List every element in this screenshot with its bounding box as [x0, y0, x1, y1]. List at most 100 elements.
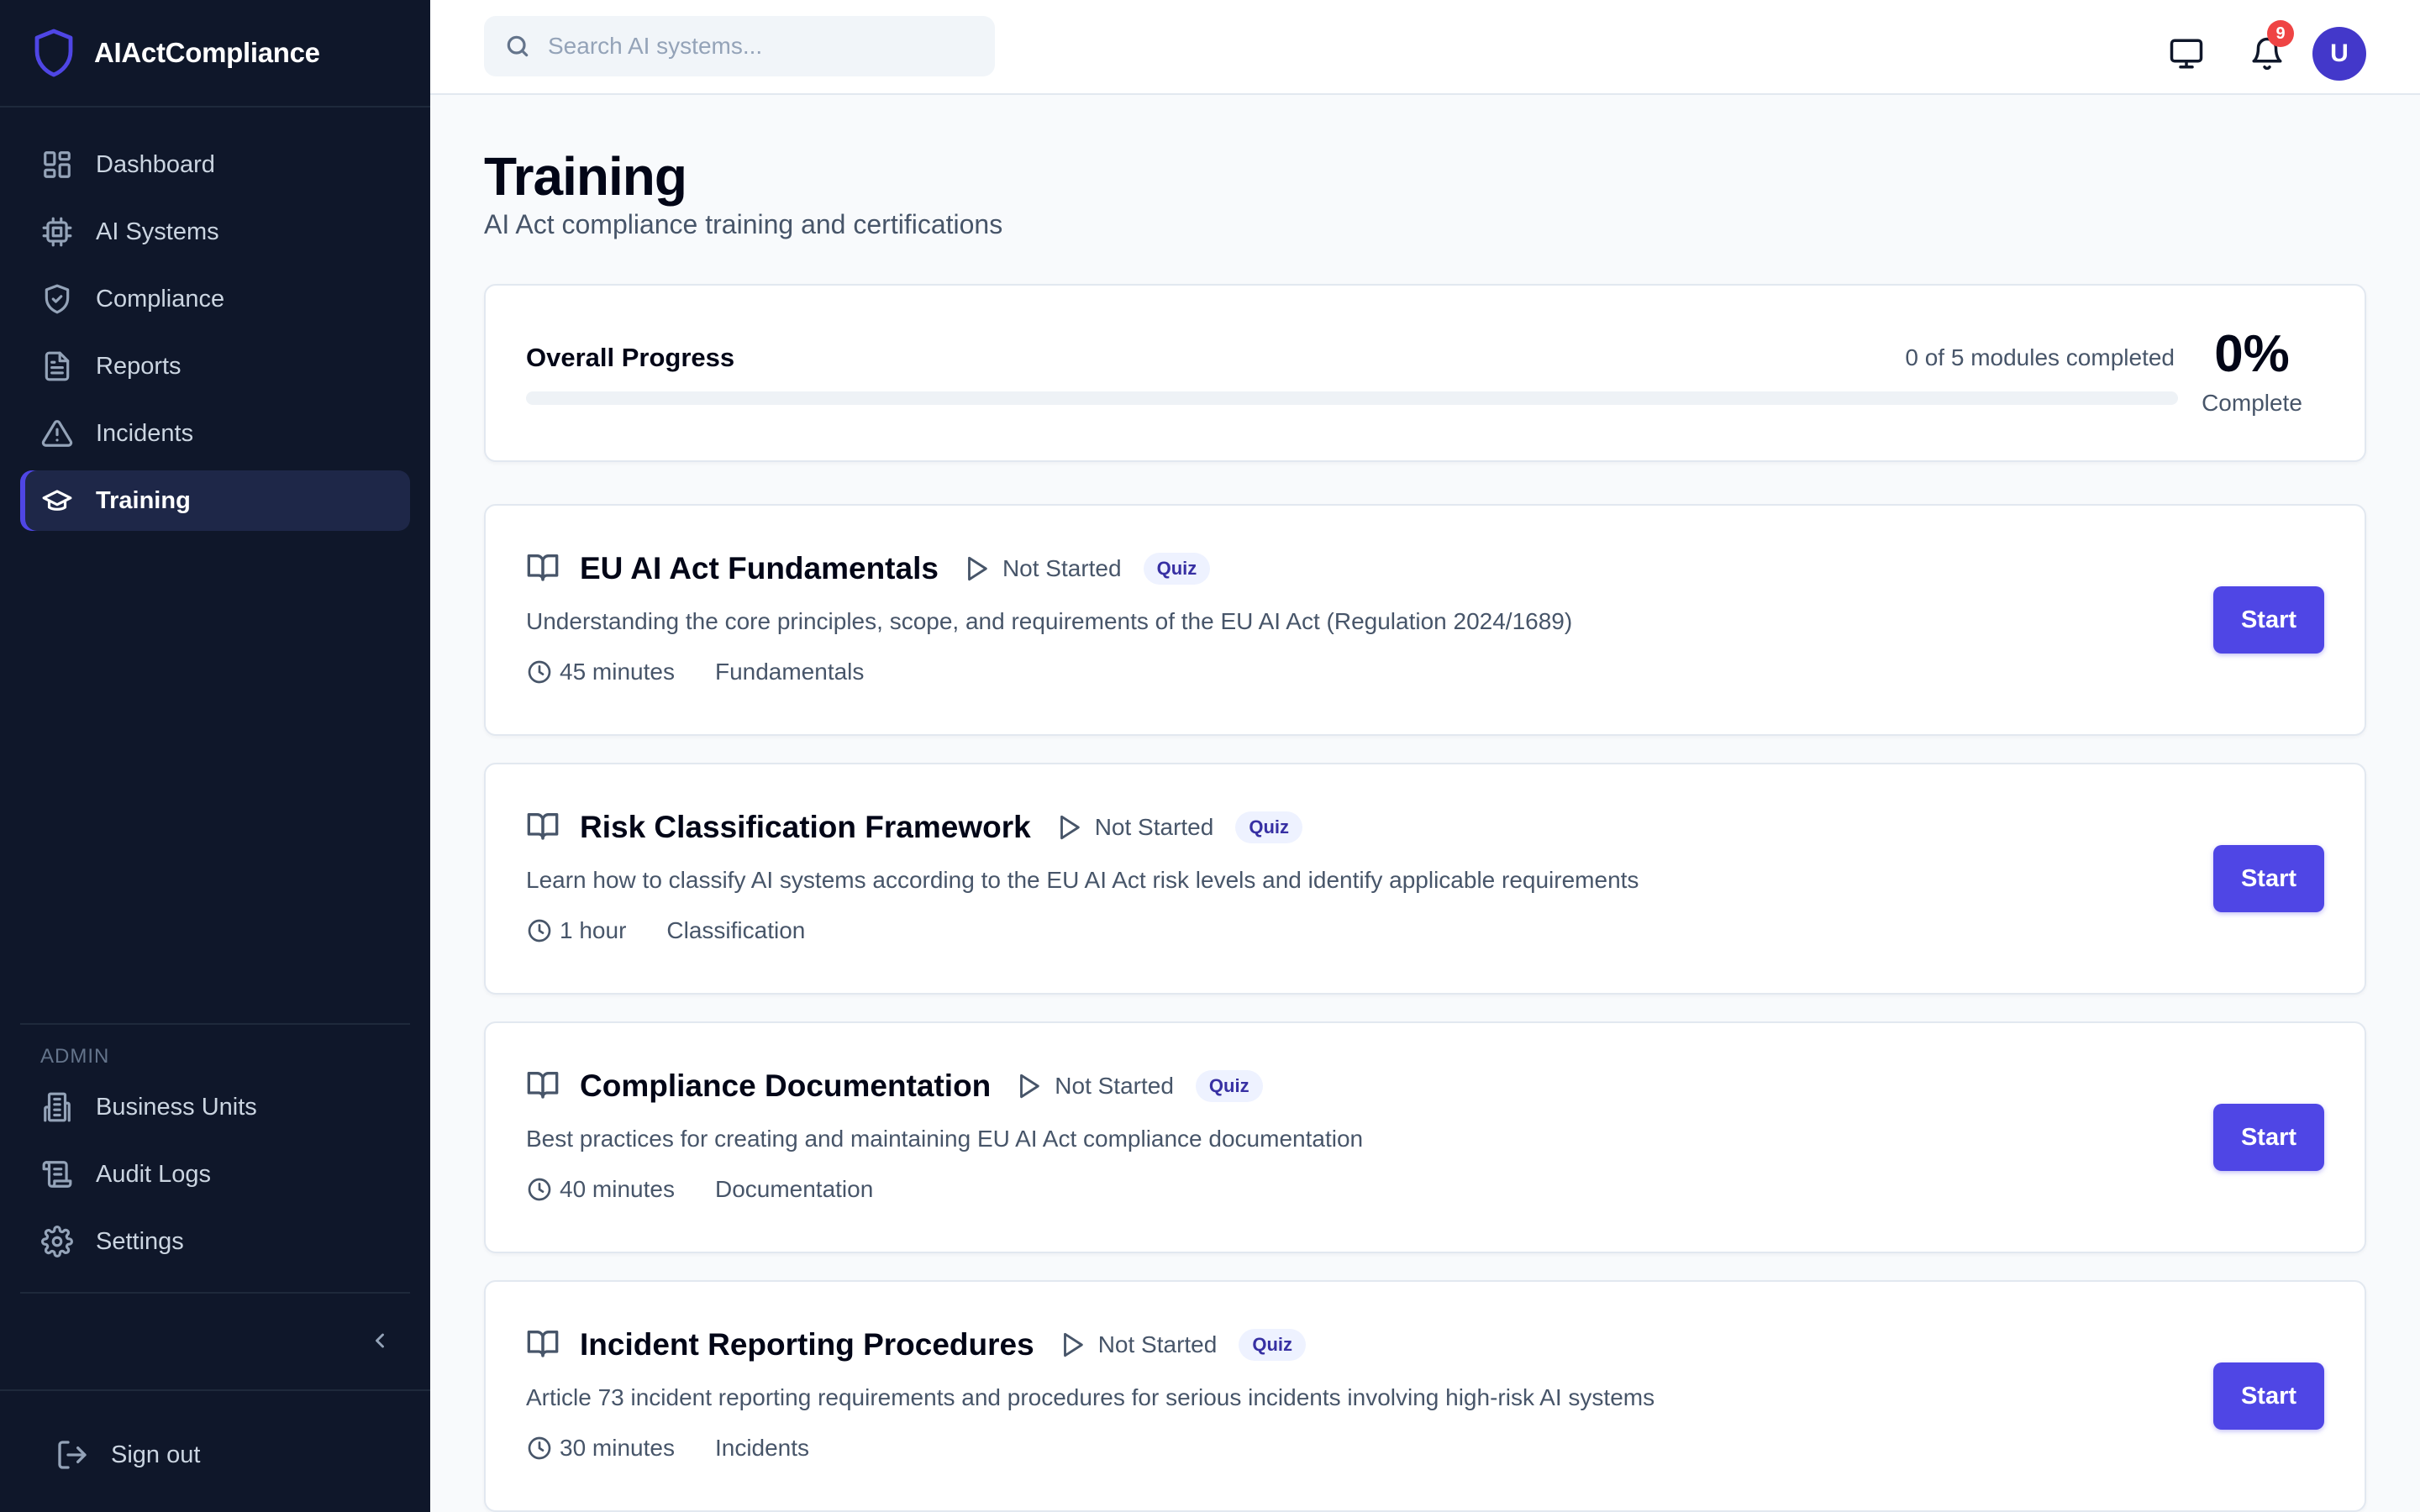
- display-toggle-button[interactable]: [2160, 27, 2213, 81]
- book-open-icon: [526, 1068, 560, 1105]
- collapse-sidebar-button[interactable]: [363, 1324, 397, 1357]
- quiz-badge: Quiz: [1239, 1329, 1307, 1361]
- quiz-badge: Quiz: [1195, 1070, 1263, 1102]
- progress-title: Overall Progress: [526, 343, 735, 372]
- top-bar: 9 U: [430, 0, 2420, 95]
- app-name: AIActCompliance: [94, 37, 320, 68]
- shield-check-icon: [40, 282, 74, 316]
- module-meta: 1 hour Classification: [526, 917, 805, 944]
- sidebar-item-settings[interactable]: Settings: [20, 1211, 410, 1272]
- app-root: AIActCompliance Dashboard AI Systems Com…: [0, 0, 2420, 1512]
- shield-logo-icon: [34, 29, 73, 77]
- monitor-icon: [2170, 39, 2203, 69]
- top-actions: 9 U: [2133, 20, 2366, 81]
- sidebar-nav: Dashboard AI Systems Compliance Reports: [0, 108, 430, 538]
- module-meta: 45 minutes Fundamentals: [526, 659, 864, 685]
- quiz-badge: Quiz: [1235, 811, 1303, 843]
- play-icon: [1020, 1074, 1040, 1099]
- scroll-icon: [40, 1158, 74, 1191]
- progress-percent-label: Complete: [2202, 390, 2302, 416]
- sidebar-item-label: Incidents: [96, 419, 194, 447]
- start-module-button[interactable]: Start: [2213, 1104, 2324, 1171]
- main-area: 9 U Training AI Act compliance training …: [430, 0, 2420, 1512]
- training-module-card: Incident Reporting Procedures Not Starte…: [484, 1280, 2366, 1512]
- quiz-badge: Quiz: [1143, 553, 1211, 585]
- module-header: Risk Classification Framework Not Starte…: [526, 806, 1303, 848]
- module-status: Not Started: [962, 554, 1122, 583]
- clock-icon: [528, 660, 551, 684]
- sign-out-label: Sign out: [111, 1441, 201, 1468]
- chevron-left-icon: [376, 1333, 384, 1348]
- module-status-label: Not Started: [1097, 1331, 1218, 1357]
- book-open-icon: [526, 1326, 560, 1364]
- page-subtitle: AI Act compliance training and certifica…: [484, 209, 1003, 239]
- warning-triangle-icon: [40, 417, 74, 450]
- module-status: Not Started: [1058, 1331, 1218, 1359]
- training-module-card: EU AI Act Fundamentals Not Started Quiz …: [484, 504, 2366, 736]
- sidebar-item-label: Reports: [96, 352, 182, 380]
- play-icon: [968, 556, 987, 581]
- gear-icon: [40, 1225, 74, 1258]
- sidebar-item-label: Training: [96, 486, 191, 514]
- sidebar-item-label: Business Units: [96, 1093, 257, 1121]
- sidebar-item-reports[interactable]: Reports: [20, 336, 410, 396]
- sidebar-item-incidents[interactable]: Incidents: [20, 403, 410, 464]
- module-category: Classification: [666, 917, 806, 943]
- module-duration: 1 hour: [560, 917, 627, 943]
- progress-count: 0 of 5 modules completed: [1905, 344, 2175, 370]
- clock-icon: [528, 919, 551, 942]
- module-status-label: Not Started: [1002, 555, 1122, 581]
- module-category: Documentation: [714, 1176, 874, 1202]
- sidebar-item-audit-logs[interactable]: Audit Logs: [20, 1144, 410, 1205]
- module-description: Learn how to classify AI systems accordi…: [526, 867, 1639, 893]
- sidebar-item-dashboard[interactable]: Dashboard: [20, 134, 410, 195]
- progress-percent: 0%: [2214, 325, 2290, 383]
- training-module-card: Compliance Documentation Not Started Qui…: [484, 1021, 2366, 1253]
- module-description: Understanding the core principles, scope…: [526, 608, 1573, 634]
- user-avatar[interactable]: U: [2312, 27, 2366, 81]
- sidebar-item-business-units[interactable]: Business Units: [20, 1077, 410, 1137]
- start-module-button[interactable]: Start: [2213, 1362, 2324, 1430]
- building-icon: [40, 1090, 74, 1124]
- brand[interactable]: AIActCompliance: [0, 0, 430, 108]
- module-title: EU AI Act Fundamentals: [580, 551, 939, 585]
- sidebar-item-label: Compliance: [96, 285, 225, 312]
- start-module-button[interactable]: Start: [2213, 586, 2324, 654]
- module-description: Article 73 incident reporting requiremen…: [526, 1384, 1655, 1410]
- module-title: Incident Reporting Procedures: [580, 1327, 1034, 1362]
- play-icon: [1063, 1332, 1083, 1357]
- graduation-cap-icon: [40, 484, 74, 517]
- search-input[interactable]: [548, 33, 968, 60]
- sign-out-button[interactable]: Sign out: [35, 1425, 200, 1485]
- module-meta: 40 minutes Documentation: [526, 1176, 873, 1203]
- sidebar-item-compliance[interactable]: Compliance: [20, 269, 410, 329]
- module-status-label: Not Started: [1094, 814, 1214, 840]
- module-status: Not Started: [1014, 1072, 1174, 1100]
- notification-badge: 9: [2267, 20, 2294, 47]
- dashboard-grid-icon: [40, 148, 74, 181]
- search-icon: [507, 36, 529, 57]
- document-icon: [40, 349, 74, 383]
- notifications-button[interactable]: 9: [2240, 20, 2294, 81]
- play-icon: [1060, 815, 1080, 840]
- module-title: Compliance Documentation: [580, 1068, 992, 1103]
- module-duration: 45 minutes: [560, 659, 675, 685]
- page-title: Training: [484, 145, 687, 207]
- module-category: Incidents: [714, 1435, 810, 1461]
- module-duration: 40 minutes: [560, 1176, 675, 1202]
- signout-section: Sign out: [0, 1389, 430, 1512]
- start-module-button[interactable]: Start: [2213, 845, 2324, 912]
- sidebar-item-ai-systems[interactable]: AI Systems: [20, 202, 410, 262]
- module-duration: 30 minutes: [560, 1435, 675, 1461]
- sidebar: AIActCompliance Dashboard AI Systems Com…: [0, 0, 430, 1512]
- module-header: Incident Reporting Procedures Not Starte…: [526, 1324, 1307, 1366]
- collapse-section: [20, 1292, 410, 1389]
- training-module-card: Risk Classification Framework Not Starte…: [484, 763, 2366, 995]
- module-status: Not Started: [1055, 813, 1214, 842]
- admin-section-label: ADMIN: [40, 1045, 110, 1068]
- search-box[interactable]: [484, 16, 995, 77]
- module-description: Best practices for creating and maintain…: [526, 1126, 1364, 1152]
- sidebar-item-training[interactable]: Training: [20, 470, 410, 531]
- module-meta: 30 minutes Incidents: [526, 1435, 809, 1462]
- clock-icon: [528, 1436, 551, 1460]
